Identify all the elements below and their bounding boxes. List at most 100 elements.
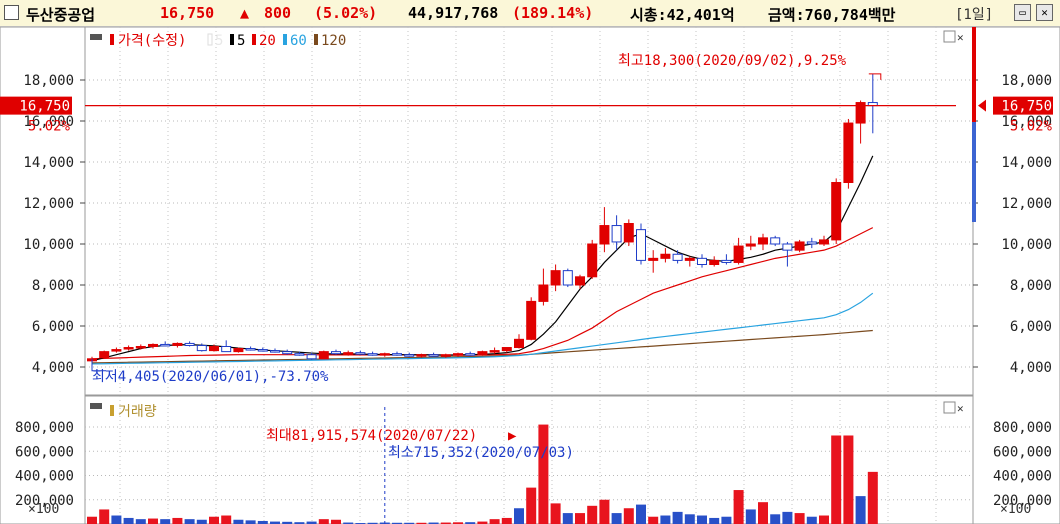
left-current-pct: 5.02%: [28, 119, 71, 135]
volume-bar: [855, 496, 866, 524]
legend-ma-marker: [207, 33, 213, 46]
left-volume-tick: 400,000: [15, 469, 74, 485]
legend-ma-label: 120: [321, 33, 346, 49]
restore-icon[interactable]: ▭: [1014, 4, 1031, 21]
candle-body: [538, 284, 549, 302]
volume-bar: [636, 504, 646, 524]
trade-amount: 금액:760,784백만: [768, 6, 896, 24]
candle-body: [770, 237, 781, 245]
candle-body: [587, 243, 598, 278]
market-cap: 시총:42,401억: [630, 6, 735, 24]
volume-bar: [782, 511, 793, 524]
right-volume-unit: ×100: [1000, 502, 1031, 517]
volume-bar: [623, 508, 634, 524]
candle-body: [831, 182, 842, 241]
left-volume-unit: ×100: [28, 502, 59, 517]
left-price-tick: 14,000: [23, 155, 74, 171]
left-volume-tick: 600,000: [15, 444, 74, 460]
candle-body: [428, 354, 439, 357]
period-selector[interactable]: [1일]: [955, 4, 993, 24]
left-current-price: 16,750: [19, 99, 70, 115]
candle-body: [843, 122, 854, 184]
right-price-tick: 10,000: [1001, 237, 1052, 253]
candle-body: [392, 353, 402, 356]
right-volume-tick: 800,000: [993, 420, 1052, 436]
volume-panel-handle-icon[interactable]: [90, 403, 102, 409]
candle-body: [672, 253, 683, 261]
high-annotation: 최고18,300(2020/09/02),9.25%: [618, 53, 847, 69]
volume-bar: [794, 513, 805, 524]
volume-bar: [684, 514, 695, 524]
candle-body: [709, 259, 720, 265]
volume-bar: [99, 509, 110, 524]
right-current-pct: 5.02%: [1010, 119, 1053, 135]
volume-bar: [611, 513, 622, 524]
volume-bar: [233, 519, 244, 524]
candle-body: [806, 241, 817, 245]
candle-body: [184, 342, 195, 346]
volume-bar: [660, 515, 671, 524]
legend-price-marker: [110, 34, 114, 45]
right-price-tick: 18,000: [1001, 73, 1052, 89]
candle-body: [99, 351, 110, 359]
candle-body: [196, 344, 207, 352]
volume-bar: [672, 511, 683, 524]
candle-body: [453, 353, 463, 356]
legend-volume-marker: [110, 405, 114, 416]
candle-body: [745, 243, 756, 247]
volume-bar: [745, 509, 756, 524]
volume-panel-restore-icon[interactable]: [943, 401, 956, 414]
volume-bar: [526, 487, 537, 524]
candle-body: [501, 347, 512, 352]
panel-restore-icon[interactable]: [943, 30, 956, 43]
candle-body: [270, 350, 280, 353]
current-price: 16,750: [160, 4, 215, 22]
candle-body: [636, 229, 646, 261]
candle-body: [209, 346, 219, 352]
candle-body: [343, 352, 354, 355]
legend-ma-marker: [230, 34, 234, 45]
volume-bar: [209, 516, 219, 524]
volume-bar: [599, 499, 610, 524]
right-volume-tick: 400,000: [993, 469, 1052, 485]
volume-bar: [111, 515, 122, 524]
legend-ma-marker: [283, 34, 287, 45]
right-current-price: 16,750: [1001, 99, 1052, 115]
volume-bar: [501, 517, 512, 524]
volume-bar: [318, 519, 329, 524]
volume-bar: [758, 502, 768, 524]
volume-bar: [831, 435, 842, 524]
select-checkbox[interactable]: [4, 5, 19, 20]
left-price-tick: 12,000: [23, 196, 74, 212]
volume-bar: [245, 520, 256, 524]
volume-bar: [733, 490, 744, 524]
candle-body: [733, 245, 744, 263]
volume-bar: [160, 519, 171, 524]
candle-body: [648, 257, 659, 261]
legend-ma-label: 5: [215, 33, 223, 49]
candle-body: [111, 349, 122, 352]
candle-body: [379, 353, 390, 356]
candle-body: [477, 351, 488, 356]
left-volume-tick: 800,000: [15, 420, 74, 436]
candle-body: [440, 354, 451, 357]
legend-ma-marker: [252, 34, 256, 45]
legend-ma-label: 20: [259, 33, 276, 49]
max-volume-annotation: 최대81,915,574(2020/07/22): [266, 428, 477, 444]
volume-panel-close-icon[interactable]: ✕: [957, 402, 964, 415]
candle-body: [684, 257, 695, 261]
candle-body: [367, 353, 378, 356]
close-icon[interactable]: ✕: [1036, 4, 1053, 21]
panel-handle-icon[interactable]: [90, 34, 102, 40]
right-price-tick: 8,000: [1010, 278, 1052, 294]
candle-body: [599, 225, 610, 245]
legend-ma-label: 5: [237, 33, 245, 49]
legend-ma-label: 60: [290, 33, 307, 49]
volume-bar: [806, 516, 817, 524]
volume-bar: [697, 515, 707, 524]
volume-bar: [221, 515, 232, 524]
candle-body: [550, 270, 561, 286]
panel-close-icon[interactable]: ✕: [957, 31, 964, 44]
candle-body: [489, 350, 500, 353]
volume-bar: [489, 519, 500, 524]
